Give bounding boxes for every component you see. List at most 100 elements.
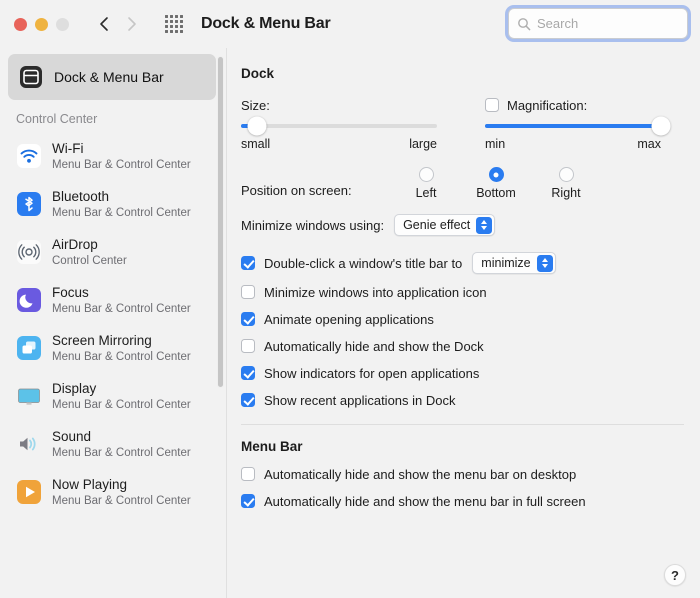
position-option-bottom[interactable]: Bottom <box>461 167 531 200</box>
sidebar-item-dock-menu-bar[interactable]: Dock & Menu Bar <box>8 54 216 100</box>
position-radio-left[interactable] <box>419 167 434 182</box>
dock-magnification-fill <box>485 124 661 128</box>
position-option-left[interactable]: Left <box>391 167 461 200</box>
chevron-up-down-icon <box>476 217 492 234</box>
dock-size-knob[interactable] <box>247 117 266 136</box>
minimize-effect-label: Minimize windows using: <box>241 218 384 233</box>
minimize-effect-row: Minimize windows using: Genie effect <box>241 214 684 236</box>
display-icon <box>16 383 42 409</box>
sidebar-item-airdrop[interactable]: AirDrop Control Center <box>0 228 226 276</box>
sidebar: Dock & Menu Bar Control Center Wi-Fi Men… <box>0 48 226 598</box>
sidebar-item-label: Screen Mirroring <box>52 333 191 349</box>
position-radio-bottom[interactable] <box>489 167 504 182</box>
traffic-lights <box>14 18 69 31</box>
checkbox-row-auto-hide-menubar-fullscreen: Automatically hide and show the menu bar… <box>241 492 684 510</box>
animate-opening-apps-label: Animate opening applications <box>264 312 434 327</box>
dock-size-max-label: large <box>409 137 437 151</box>
auto-hide-dock-checkbox[interactable] <box>241 339 255 353</box>
search-input-placeholder: Search <box>537 16 578 31</box>
sound-icon <box>16 431 42 457</box>
position-label-left: Left <box>416 186 437 200</box>
dock-sliders: Size: small large <box>241 93 684 151</box>
double-click-title-bar-checkbox[interactable] <box>241 256 255 270</box>
dock-size-min-label: small <box>241 137 270 151</box>
wifi-icon <box>16 143 42 169</box>
show-indicators-checkbox[interactable] <box>241 366 255 380</box>
position-option-right[interactable]: Right <box>531 167 601 200</box>
dock-magnification-label: Magnification: <box>507 98 587 113</box>
sidebar-scrollbar[interactable] <box>217 56 224 388</box>
show-recent-apps-checkbox[interactable] <box>241 393 255 407</box>
sidebar-item-label: AirDrop <box>52 237 127 253</box>
search-icon <box>517 17 531 31</box>
dock-magnification-track <box>485 124 661 128</box>
sidebar-item-label: Bluetooth <box>52 189 191 205</box>
sidebar-item-sublabel: Menu Bar & Control Center <box>52 350 191 364</box>
auto-hide-dock-label: Automatically hide and show the Dock <box>264 339 484 354</box>
sidebar-item-sublabel: Menu Bar & Control Center <box>52 446 191 460</box>
search-container: Search <box>508 8 688 39</box>
help-button[interactable]: ? <box>664 564 686 586</box>
dock-magnification-max-label: max <box>637 137 661 151</box>
position-on-screen-label: Position on screen: <box>241 169 391 198</box>
sidebar-item-focus[interactable]: Focus Menu Bar & Control Center <box>0 276 226 324</box>
checkbox-row-show-recent-apps: Show recent applications in Dock <box>241 391 684 409</box>
dock-size-end-labels: small large <box>241 137 437 151</box>
checkbox-row-minimize-into-icon: Minimize windows into application icon <box>241 283 684 301</box>
sidebar-item-text: Now Playing Menu Bar & Control Center <box>52 477 191 508</box>
window-titlebar: Dock & Menu Bar Search <box>0 0 700 48</box>
position-radio-right[interactable] <box>559 167 574 182</box>
sidebar-item-wifi[interactable]: Wi-Fi Menu Bar & Control Center <box>0 132 226 180</box>
position-on-screen-row: Position on screen: Left Bottom Right <box>241 167 684 200</box>
sidebar-item-now-playing[interactable]: Now Playing Menu Bar & Control Center <box>0 468 226 516</box>
minimize-button[interactable] <box>35 18 48 31</box>
sidebar-item-text: Sound Menu Bar & Control Center <box>52 429 191 460</box>
forward-chevron-icon[interactable] <box>125 14 139 34</box>
sidebar-item-bluetooth[interactable]: Bluetooth Menu Bar & Control Center <box>0 180 226 228</box>
sidebar-item-sublabel: Control Center <box>52 254 127 268</box>
minimize-into-app-icon-checkbox[interactable] <box>241 285 255 299</box>
dock-magnification-knob[interactable] <box>652 117 671 136</box>
sidebar-item-sublabel: Menu Bar & Control Center <box>52 494 191 508</box>
show-all-grid-icon[interactable] <box>163 13 185 35</box>
dock-magnification-control: Magnification: min max <box>485 93 661 151</box>
focus-icon <box>16 287 42 313</box>
checkbox-row-double-click: Double-click a window's title bar to min… <box>241 252 684 274</box>
navigation-buttons <box>97 14 139 34</box>
auto-hide-menubar-desktop-checkbox[interactable] <box>241 467 255 481</box>
sidebar-item-text: Display Menu Bar & Control Center <box>52 381 191 412</box>
screen-mirroring-icon <box>16 335 42 361</box>
bluetooth-icon <box>16 191 42 217</box>
minimize-into-app-icon-label: Minimize windows into application icon <box>264 285 487 300</box>
dock-checkbox-list: Double-click a window's title bar to min… <box>241 252 684 409</box>
zoom-button[interactable] <box>56 18 69 31</box>
position-label-right: Right <box>551 186 580 200</box>
dock-size-control: Size: small large <box>241 93 437 151</box>
close-button[interactable] <box>14 18 27 31</box>
menu-bar-section-title: Menu Bar <box>241 439 684 454</box>
magnification-checkbox[interactable] <box>485 98 499 112</box>
sidebar-item-label: Now Playing <box>52 477 191 493</box>
double-click-action-popup-button[interactable]: minimize <box>472 252 555 274</box>
animate-opening-apps-checkbox[interactable] <box>241 312 255 326</box>
menu-bar-section: Menu Bar Automatically hide and show the… <box>227 425 700 510</box>
sidebar-item-display[interactable]: Display Menu Bar & Control Center <box>0 372 226 420</box>
dock-size-slider[interactable] <box>241 117 437 135</box>
dock-menu-bar-icon <box>18 64 44 90</box>
dock-size-track <box>241 124 437 128</box>
minimize-effect-value: Genie effect <box>403 218 470 232</box>
checkbox-row-show-indicators: Show indicators for open applications <box>241 364 684 382</box>
sidebar-item-text: Bluetooth Menu Bar & Control Center <box>52 189 191 220</box>
auto-hide-menubar-fullscreen-checkbox[interactable] <box>241 494 255 508</box>
checkbox-row-auto-hide-menubar-desktop: Automatically hide and show the menu bar… <box>241 465 684 483</box>
search-field[interactable]: Search <box>508 8 688 39</box>
sidebar-item-sound[interactable]: Sound Menu Bar & Control Center <box>0 420 226 468</box>
dock-magnification-header: Magnification: <box>485 93 661 117</box>
minimize-effect-popup-button[interactable]: Genie effect <box>394 214 495 236</box>
sidebar-group-header: Control Center <box>0 106 226 132</box>
sidebar-item-label: Sound <box>52 429 191 445</box>
sidebar-item-screen-mirroring[interactable]: Screen Mirroring Menu Bar & Control Cent… <box>0 324 226 372</box>
back-chevron-icon[interactable] <box>97 14 111 34</box>
checkbox-row-animate-opening: Animate opening applications <box>241 310 684 328</box>
dock-magnification-slider[interactable] <box>485 117 661 135</box>
